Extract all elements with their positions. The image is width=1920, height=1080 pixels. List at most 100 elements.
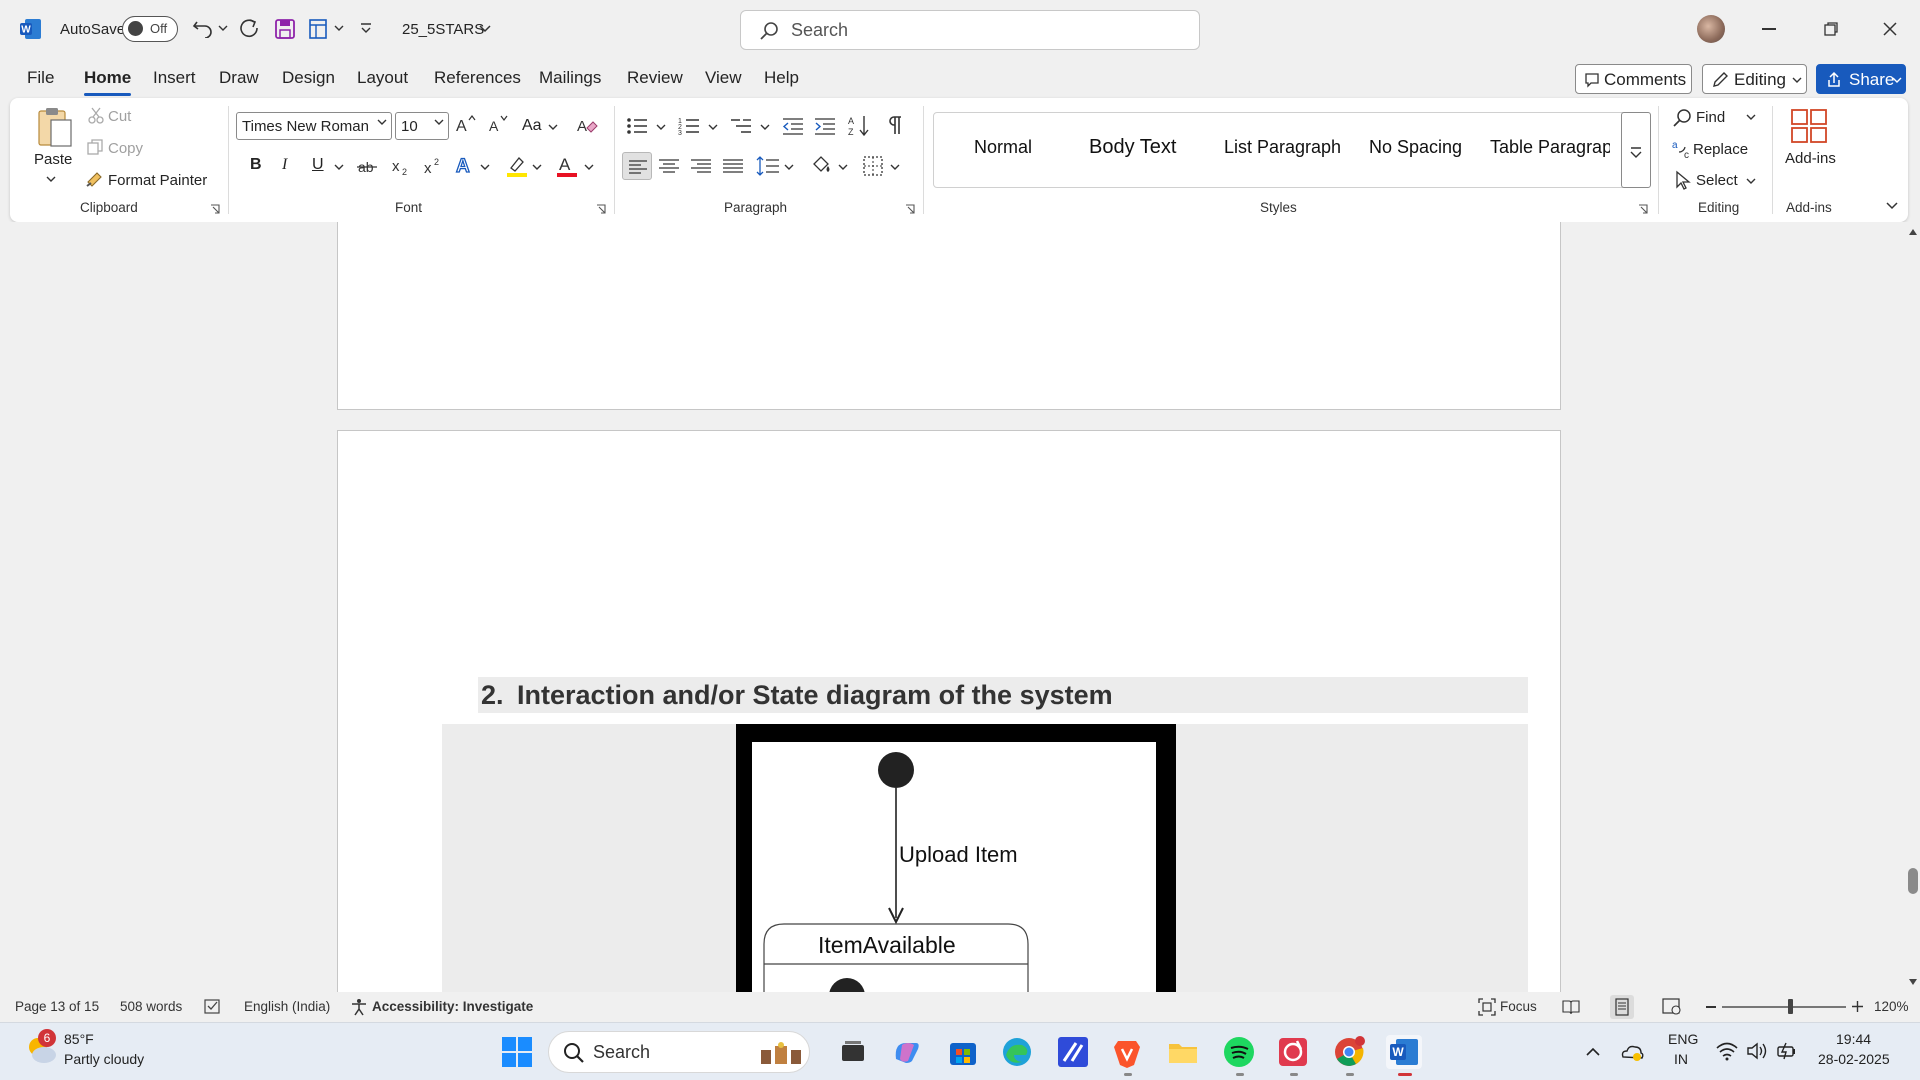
styles-more-button[interactable] xyxy=(1621,112,1651,188)
microsoft-store-icon[interactable] xyxy=(946,1035,980,1069)
paste-label[interactable]: Paste xyxy=(34,151,72,168)
shading-chevron-icon[interactable] xyxy=(838,164,848,171)
font-name-combo[interactable]: Times New Roman xyxy=(236,112,392,140)
align-right-icon[interactable] xyxy=(690,157,712,177)
strikethrough-icon[interactable]: ab xyxy=(356,156,378,176)
doc-name-chevron-icon[interactable] xyxy=(479,25,491,33)
language-bottom[interactable]: IN xyxy=(1674,1051,1688,1067)
scroll-up-icon[interactable] xyxy=(1908,228,1918,236)
paste-chevron-icon[interactable] xyxy=(46,176,56,183)
style-table-paragraph[interactable]: Table Paragrap xyxy=(1490,137,1610,158)
menu-help[interactable]: Help xyxy=(764,68,799,88)
section-heading[interactable]: 2. Interaction and/or State diagram of t… xyxy=(478,677,1528,713)
select-label[interactable]: Select xyxy=(1696,172,1738,189)
minimize-icon[interactable] xyxy=(1762,28,1776,30)
menu-draw[interactable]: Draw xyxy=(219,68,259,88)
proofing-icon[interactable] xyxy=(204,999,222,1015)
font-color-chevron-icon[interactable] xyxy=(584,164,594,171)
vscode-like-icon[interactable] xyxy=(1056,1035,1090,1069)
highlight-color-icon[interactable] xyxy=(506,154,528,178)
replace-label[interactable]: Replace xyxy=(1693,141,1748,158)
zoom-slider-track[interactable] xyxy=(1722,999,1846,1014)
zoom-slider-thumb[interactable] xyxy=(1788,999,1794,1014)
underline-button[interactable]: U xyxy=(312,156,324,174)
show-hidden-icons[interactable] xyxy=(1586,1047,1600,1056)
previous-page[interactable] xyxy=(337,222,1561,410)
find-chevron-icon[interactable] xyxy=(1746,114,1756,121)
taskbar-search[interactable]: Search xyxy=(548,1031,810,1073)
word-count[interactable]: 508 words xyxy=(120,999,182,1014)
cut-label[interactable]: Cut xyxy=(108,108,131,125)
style-body-text[interactable]: Body Text xyxy=(1089,136,1176,159)
dialog-launcher-icon[interactable] xyxy=(210,204,220,214)
comments-button[interactable]: Comments xyxy=(1575,64,1692,94)
user-avatar[interactable] xyxy=(1697,15,1725,43)
redo-icon[interactable] xyxy=(238,17,260,39)
scroll-down-icon[interactable] xyxy=(1908,978,1918,986)
customize-toolbar-icon[interactable] xyxy=(360,22,372,34)
menu-view[interactable]: View xyxy=(705,68,742,88)
show-formatting-marks-icon[interactable] xyxy=(888,115,904,135)
volume-icon[interactable] xyxy=(1746,1041,1768,1061)
borders-icon[interactable] xyxy=(862,155,884,177)
font-color-icon[interactable]: A xyxy=(556,153,578,178)
increase-indent-icon[interactable] xyxy=(814,116,836,136)
clear-formatting-icon[interactable]: A xyxy=(576,115,598,135)
italic-button[interactable]: I xyxy=(282,156,287,174)
wifi-icon[interactable] xyxy=(1716,1041,1738,1061)
text-effects-icon[interactable]: A xyxy=(454,154,476,176)
bold-button[interactable]: B xyxy=(250,156,262,174)
save-icon[interactable] xyxy=(274,18,296,40)
read-mode-icon[interactable] xyxy=(1562,999,1580,1015)
menu-insert[interactable]: Insert xyxy=(153,68,196,88)
undo-icon[interactable] xyxy=(192,18,214,38)
menu-references[interactable]: References xyxy=(434,68,521,88)
word-taskbar-icon[interactable]: W xyxy=(1386,1035,1422,1069)
decrease-indent-icon[interactable] xyxy=(782,116,804,136)
multilevel-chevron-icon[interactable] xyxy=(760,124,770,131)
file-explorer-icon[interactable] xyxy=(1166,1035,1200,1069)
brave-browser-icon[interactable] xyxy=(1110,1035,1144,1069)
style-list-paragraph[interactable]: List Paragraph xyxy=(1224,137,1341,158)
layout-icon[interactable] xyxy=(308,18,328,40)
state-diagram-image[interactable]: Upload Item ItemAvailable xyxy=(736,724,1176,992)
line-spacing-icon[interactable] xyxy=(756,155,780,177)
change-case-chevron-icon[interactable] xyxy=(548,124,558,131)
weather-temp[interactable]: 85°F xyxy=(64,1031,94,1047)
zoom-level[interactable]: 120% xyxy=(1874,999,1909,1014)
document-canvas[interactable]: 2. Interaction and/or State diagram of t… xyxy=(0,222,1906,992)
paste-icon[interactable] xyxy=(36,106,76,148)
focus-icon[interactable] xyxy=(1478,998,1496,1016)
underline-chevron-icon[interactable] xyxy=(334,164,344,171)
onedrive-warning-icon[interactable] xyxy=(1620,1041,1644,1063)
menu-design[interactable]: Design xyxy=(282,68,335,88)
menu-review[interactable]: Review xyxy=(627,68,683,88)
subscript-icon[interactable]: x2 xyxy=(390,156,412,176)
battery-charging-icon[interactable] xyxy=(1776,1041,1798,1061)
share-button[interactable]: Share xyxy=(1816,64,1906,94)
weather-desc[interactable]: Partly cloudy xyxy=(64,1051,144,1067)
justify-icon[interactable] xyxy=(722,157,744,177)
language-indicator[interactable]: English (India) xyxy=(244,999,330,1014)
grow-font-icon[interactable]: A xyxy=(455,114,477,134)
align-center-icon[interactable] xyxy=(658,157,680,177)
restore-icon[interactable] xyxy=(1824,22,1838,36)
language-top[interactable]: ENG xyxy=(1668,1031,1698,1047)
find-label[interactable]: Find xyxy=(1696,109,1725,126)
autosave-toggle[interactable]: Off xyxy=(122,16,178,42)
page-count[interactable]: Page 13 of 15 xyxy=(15,999,99,1014)
chrome-browser-icon[interactable] xyxy=(1332,1035,1366,1069)
dialog-launcher-icon[interactable] xyxy=(596,204,606,214)
zoom-in-icon[interactable] xyxy=(1852,1001,1863,1012)
font-size-combo[interactable]: 10 xyxy=(395,112,449,140)
clock-time[interactable]: 19:44 xyxy=(1836,1031,1871,1047)
editing-mode-button[interactable]: Editing xyxy=(1702,64,1807,94)
superscript-icon[interactable]: x2 xyxy=(422,156,444,176)
print-layout-icon[interactable] xyxy=(1610,995,1634,1019)
menu-mailings[interactable]: Mailings xyxy=(539,68,601,88)
title-search-box[interactable]: Search xyxy=(740,10,1200,50)
dialog-launcher-icon[interactable] xyxy=(905,204,915,214)
spotify-icon[interactable] xyxy=(1222,1035,1256,1069)
sort-icon[interactable]: AZ xyxy=(848,114,870,138)
copy-label[interactable]: Copy xyxy=(108,140,143,157)
